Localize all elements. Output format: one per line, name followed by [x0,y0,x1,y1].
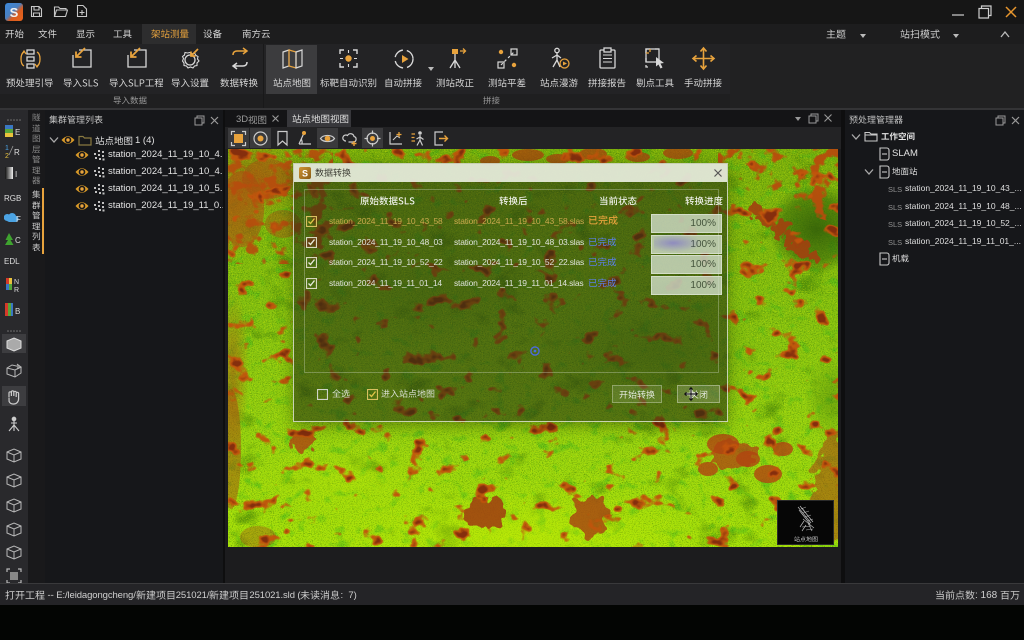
svg-text:S: S [10,5,19,20]
svg-text:2: 2 [5,153,9,160]
svg-text:N: N [14,279,19,286]
svg-text:C: C [15,236,21,245]
svg-text:RGB: RGB [4,194,21,203]
svg-text:F: F [16,215,21,224]
svg-text:R: R [14,148,20,157]
svg-text:R: R [14,287,19,294]
svg-text:B: B [15,307,20,316]
svg-text:I: I [15,170,17,179]
svg-text:S: S [302,169,308,179]
svg-text:EDL: EDL [4,257,20,266]
svg-text:E: E [15,128,20,137]
svg-text:1: 1 [5,145,9,152]
